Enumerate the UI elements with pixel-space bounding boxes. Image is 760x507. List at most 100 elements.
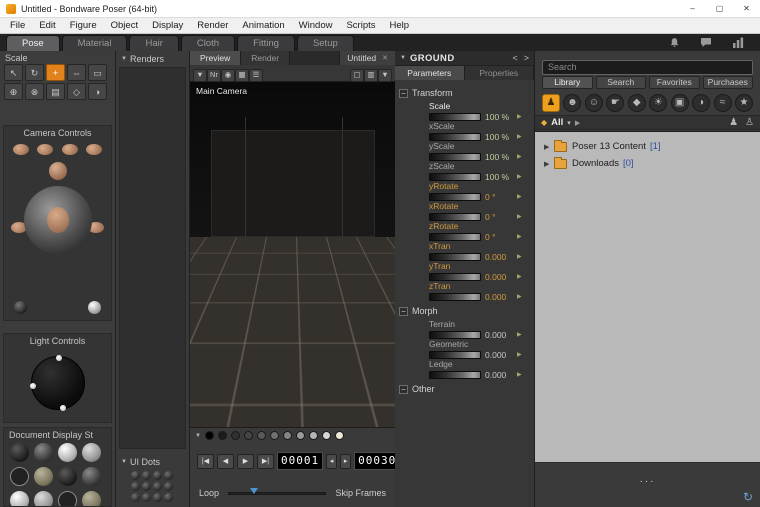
display-style-sphere[interactable] <box>34 467 53 486</box>
light-dot-icon[interactable] <box>56 355 62 361</box>
style-flat-lined-icon[interactable] <box>283 431 292 440</box>
ui-dot[interactable] <box>131 482 140 491</box>
camera-hand-icon[interactable] <box>37 144 53 155</box>
lights-category-icon[interactable]: ☀ <box>649 94 667 112</box>
single-pane-icon[interactable]: ▢ <box>350 69 364 82</box>
prev-actor-button[interactable]: < <box>512 53 517 63</box>
menu-edit[interactable]: Edit <box>32 18 62 34</box>
parameter-dial[interactable] <box>429 253 481 261</box>
ui-dot[interactable] <box>142 493 151 502</box>
library-item[interactable]: ▶Downloads[0] <box>535 155 760 172</box>
room-tab-hair[interactable]: Hair <box>129 35 178 51</box>
search-input[interactable] <box>542 60 753 75</box>
collapse-icon[interactable]: ▼ <box>121 459 127 465</box>
display-style-sphere[interactable] <box>34 491 53 506</box>
room-tab-pose[interactable]: Pose <box>6 35 60 51</box>
library-tab-favorites[interactable]: Favorites <box>649 76 700 89</box>
parameter-dial[interactable] <box>429 153 481 161</box>
display-style-sphere[interactable] <box>82 491 101 506</box>
parameter-dial[interactable] <box>429 233 481 241</box>
camera-select-dropdown[interactable]: ▼ <box>193 69 207 82</box>
library-item[interactable]: ▶Poser 13 Content[1] <box>535 138 760 155</box>
split-pane-icon[interactable]: ▥ <box>364 69 378 82</box>
camera-hand-icon[interactable] <box>13 144 29 155</box>
parameter-next-icon[interactable]: ▶ <box>517 253 522 260</box>
twist-tool[interactable]: ⊗ <box>25 83 44 100</box>
params-tab-properties[interactable]: Properties <box>465 66 535 80</box>
display-style-sphere[interactable] <box>82 443 101 462</box>
room-tab-setup[interactable]: Setup <box>297 35 354 51</box>
ui-dot[interactable] <box>153 493 162 502</box>
menu-scripts[interactable]: Scripts <box>339 18 382 34</box>
magnify-tool[interactable]: ⊕ <box>4 83 23 100</box>
minimize-button[interactable]: – <box>679 0 706 17</box>
materials-category-icon[interactable]: ◑ <box>692 94 710 112</box>
parameter-next-icon[interactable]: ▶ <box>517 371 522 378</box>
document-close-icon[interactable]: ✕ <box>382 54 388 62</box>
display-style-sphere[interactable] <box>82 467 101 486</box>
style-wireframe-icon[interactable] <box>231 431 240 440</box>
figures-category-icon[interactable]: ♟ <box>542 94 560 112</box>
style-texture-shaded-icon[interactable] <box>335 431 344 440</box>
pane-layout-dropdown[interactable]: ▼ <box>378 69 392 82</box>
refresh-icon[interactable]: ↻ <box>743 490 753 504</box>
parameter-next-icon[interactable]: ▶ <box>517 351 522 358</box>
quick-prop-icon[interactable]: ♙ <box>745 117 754 128</box>
close-button[interactable]: ✕ <box>733 0 760 17</box>
style-smooth-shaded-icon[interactable] <box>309 431 318 440</box>
room-tab-fitting[interactable]: Fitting <box>237 35 295 51</box>
menu-display[interactable]: Display <box>145 18 190 34</box>
style-flat-shaded-icon[interactable] <box>270 431 279 440</box>
style-hidden-line-icon[interactable] <box>244 431 253 440</box>
props-category-icon[interactable]: ◆ <box>628 94 646 112</box>
frame-step-back-button[interactable]: ◂ <box>326 454 337 469</box>
camera-head-icon[interactable] <box>49 162 67 180</box>
menu-animation[interactable]: Animation <box>235 18 291 34</box>
parameter-next-icon[interactable]: ▶ <box>517 153 522 160</box>
render-compare-icon[interactable]: ☰ <box>249 69 263 82</box>
parameter-dial[interactable] <box>429 331 481 339</box>
display-style-sphere[interactable] <box>34 443 53 462</box>
parameter-dial[interactable] <box>429 371 481 379</box>
collapse-icon[interactable]: ▼ <box>400 55 406 61</box>
light-dot-icon[interactable] <box>60 405 66 411</box>
params-tab-parameters[interactable]: Parameters <box>395 66 465 80</box>
first-frame-button[interactable]: |◀ <box>197 454 214 469</box>
camera-sphere-dark-icon[interactable] <box>14 301 27 314</box>
select-tool[interactable]: ↖ <box>4 64 23 81</box>
maximize-button[interactable]: ▢ <box>706 0 733 17</box>
ui-dot[interactable] <box>153 482 162 491</box>
style-silhouette-icon[interactable] <box>205 431 214 440</box>
filter-expand-icon[interactable]: ▶ <box>575 119 580 127</box>
menu-help[interactable]: Help <box>383 18 417 34</box>
next-actor-button[interactable]: > <box>524 53 529 63</box>
viewport-tab-render[interactable]: Render <box>241 51 290 65</box>
hands-category-icon[interactable]: ☛ <box>606 94 624 112</box>
parameter-next-icon[interactable]: ▶ <box>517 293 522 300</box>
renders-header[interactable]: ▼ Renders <box>116 51 189 64</box>
renders-list-area[interactable] <box>119 67 186 449</box>
menu-object[interactable]: Object <box>104 18 145 34</box>
more-options-icon[interactable]: ··· <box>640 476 656 487</box>
parameter-next-icon[interactable]: ▶ <box>517 133 522 140</box>
area-render-icon[interactable]: ▦ <box>235 69 249 82</box>
collapse-section-icon[interactable]: − <box>399 385 408 394</box>
parameter-dial[interactable] <box>429 213 481 221</box>
library-filter-label[interactable]: All <box>551 117 563 128</box>
prev-frame-button[interactable]: ◀ <box>217 454 234 469</box>
timeline-position-marker[interactable] <box>250 488 258 494</box>
filter-dropdown-icon[interactable]: ▾ <box>567 119 571 127</box>
notifications-bell-icon[interactable] <box>669 37 680 48</box>
ui-dot[interactable] <box>164 493 173 502</box>
chat-bubble-icon[interactable] <box>700 37 712 48</box>
display-style-sphere[interactable] <box>58 491 77 506</box>
collapse-icon[interactable]: ▼ <box>121 56 127 62</box>
parameter-next-icon[interactable]: ▶ <box>517 331 522 338</box>
parameter-next-icon[interactable]: ▶ <box>517 213 522 220</box>
scenes-category-icon[interactable]: ★ <box>735 94 753 112</box>
taper-tool[interactable]: ◇ <box>67 83 86 100</box>
menu-file[interactable]: File <box>3 18 32 34</box>
cameras-category-icon[interactable]: ▣ <box>671 94 689 112</box>
render-queue-chart-icon[interactable] <box>732 37 744 48</box>
color-tool[interactable]: ◑ <box>88 83 107 100</box>
